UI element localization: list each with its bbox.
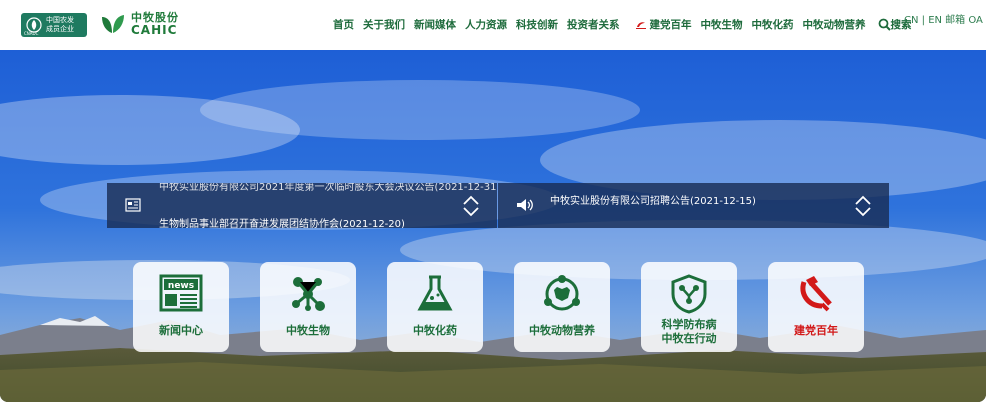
main-nav: 首页 关于我们 新闻媒体 人力资源 科技创新 投资者关系 建党百年 中牧生物 中…	[333, 17, 921, 32]
nav-zm-bio[interactable]: 中牧生物	[701, 17, 743, 32]
nav-tech[interactable]: 科技创新	[516, 17, 558, 32]
speaker-icon	[517, 199, 533, 211]
badge-line1: 中国农发	[46, 16, 74, 24]
cnadc-badge-logo[interactable]: 中国农发 成员企业 CNADC	[21, 13, 87, 37]
news-icon: news	[133, 274, 229, 314]
logo-en: CAHIC	[131, 23, 178, 37]
card-zm-bio[interactable]: 中牧生物	[260, 262, 356, 352]
party-label: 建党百年	[649, 19, 692, 31]
card-zm-nutrition[interactable]: 中牧动物营养	[514, 262, 610, 352]
cahic-leaf-icon	[102, 15, 124, 33]
card-zm-pharma[interactable]: 中牧化药	[387, 262, 483, 352]
homepage: 中国农发 成员企业 CNADC 中牧股份 CAHIC 首页 关于我们 新闻媒体 …	[0, 0, 986, 402]
card-party-centennial[interactable]: 建党百年	[768, 262, 864, 352]
news-ticker[interactable]: 中牧实业股份有限公司2021年度第一次临时股东大会决议公告(2021-12-31…	[107, 183, 497, 228]
nav-zm-pharma[interactable]: 中牧化药	[752, 17, 794, 32]
card-label-line2: 中牧在行动	[661, 332, 717, 345]
nav-hr[interactable]: 人力资源	[465, 17, 507, 32]
badge-text: 中国农发 成员企业	[46, 16, 74, 34]
card-label: 建党百年	[794, 324, 838, 337]
cahic-logo[interactable]: 中牧股份 CAHIC	[100, 12, 179, 36]
notice-scroll-arrows-icon[interactable]	[853, 194, 873, 218]
notice-ticker-text[interactable]: 中牧实业股份有限公司招聘公告(2021-12-15)	[550, 192, 756, 207]
notice-ticker[interactable]: 中牧实业股份有限公司招聘公告(2021-12-15)	[498, 183, 889, 228]
flask-icon	[387, 274, 483, 314]
hero-banner: 中牧实业股份有限公司2021年度第一次临时股东大会决议公告(2021-12-31…	[0, 50, 986, 402]
molecule-icon	[260, 274, 356, 314]
svg-text:news: news	[168, 281, 194, 291]
shield-icon	[641, 274, 737, 314]
nav-home[interactable]: 首页	[333, 17, 354, 32]
card-label: 科学防布病 中牧在行动	[641, 318, 737, 346]
nav-about[interactable]: 关于我们	[363, 17, 405, 32]
card-brucellosis[interactable]: 科学防布病 中牧在行动	[641, 262, 737, 352]
nav-party-centennial[interactable]: 建党百年	[635, 17, 692, 32]
news-ticker-icon	[125, 198, 141, 212]
card-label: 中牧化药	[413, 324, 457, 337]
card-label: 新闻中心	[159, 324, 203, 337]
badge-line2: 成员企业	[46, 25, 74, 33]
card-label: 中牧动物营养	[529, 324, 595, 337]
party-flag-icon	[635, 21, 646, 29]
card-label-line1: 科学防布病	[661, 318, 717, 331]
search-icon	[878, 18, 891, 31]
news-ticker-item[interactable]: 生物制品事业部召开奋进发展团结协作会(2021-12-20)	[159, 215, 405, 228]
nav-news-media[interactable]: 新闻媒体	[414, 17, 456, 32]
card-label: 中牧生物	[286, 324, 330, 337]
language-links[interactable]: CN | EN 邮箱 OA	[904, 11, 983, 26]
nav-investor[interactable]: 投资者关系	[567, 17, 620, 32]
news-ticker-item[interactable]: 中牧实业股份有限公司2021年度第一次临时股东大会决议公告(2021-12-31…	[159, 183, 497, 193]
animal-nutrition-icon	[514, 274, 610, 314]
nav-zm-nutrition[interactable]: 中牧动物营养	[803, 17, 866, 32]
hammer-sickle-icon	[768, 274, 864, 314]
badge-sub: CNADC	[24, 31, 39, 36]
top-bar: 中国农发 成员企业 CNADC 中牧股份 CAHIC 首页 关于我们 新闻媒体 …	[0, 0, 986, 50]
ticker-scroll-arrows-icon[interactable]	[461, 194, 481, 218]
card-news-center[interactable]: news 新闻中心	[133, 262, 229, 352]
